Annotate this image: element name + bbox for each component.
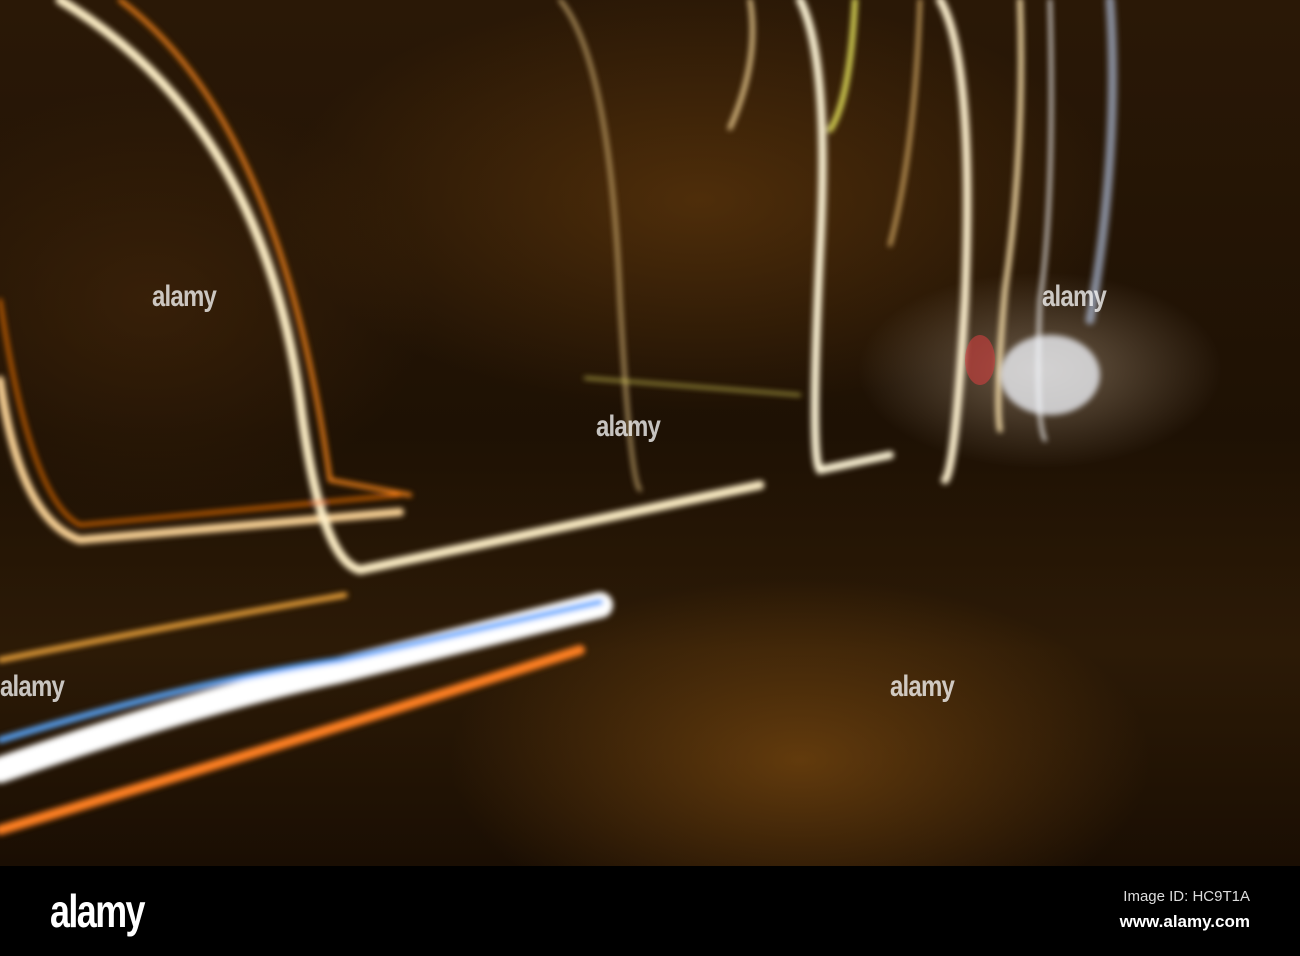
watermark: alamy: [1042, 280, 1107, 313]
stock-photo-page: alamy alamy alamy alamy alamy alamy Imag…: [0, 0, 1300, 956]
image-id: Image ID: HC9T1A: [1123, 888, 1250, 905]
light-trails-tunnel-photo: alamy alamy alamy alamy alamy: [0, 0, 1300, 866]
alamy-logo: alamy: [50, 885, 146, 937]
watermark: alamy: [890, 670, 955, 703]
footer-bar: alamy Image ID: HC9T1A www.alamy.com: [0, 866, 1300, 956]
watermark: alamy: [0, 670, 65, 703]
watermark: alamy: [596, 410, 661, 443]
site-url: www.alamy.com: [1119, 912, 1250, 931]
watermark: alamy: [152, 280, 217, 313]
